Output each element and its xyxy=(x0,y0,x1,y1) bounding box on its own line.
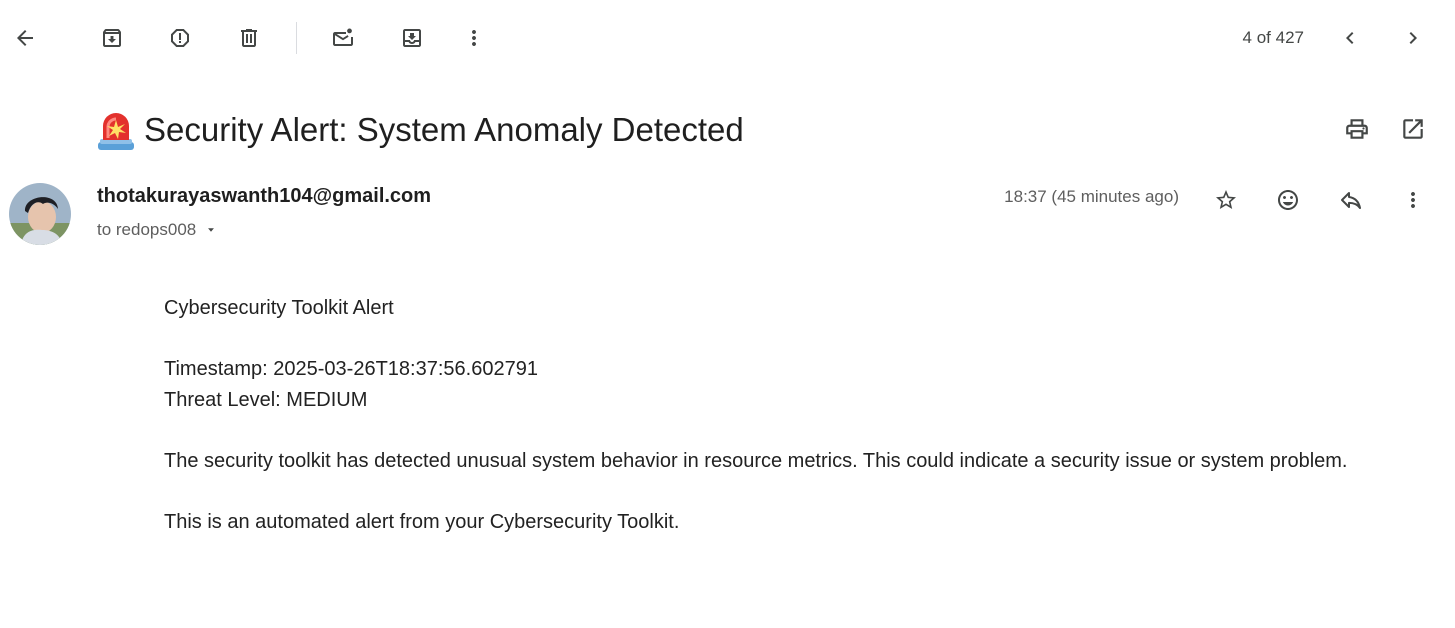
chevron-left-icon xyxy=(1346,32,1354,44)
body-threat-level: Threat Level: MEDIUM xyxy=(164,388,368,411)
move-to-button[interactable] xyxy=(392,18,432,58)
caret-down-icon xyxy=(208,228,215,232)
body-timestamp: Timestamp: 2025-03-26T18:37:56.602791 xyxy=(164,358,538,380)
star-button[interactable] xyxy=(1206,180,1246,220)
archive-icon xyxy=(103,29,121,47)
report-spam-button[interactable] xyxy=(160,18,200,58)
body-description: The security toolkit has detected unusua… xyxy=(164,449,1348,472)
email-view: 4 of 427 Security Alert: System Anomaly … xyxy=(0,0,1455,628)
chevron-right-icon xyxy=(1409,32,1417,44)
next-message-button[interactable] xyxy=(1393,18,1433,58)
open-in-new-window-button[interactable] xyxy=(1393,109,1433,149)
body-heading: Cybersecurity Toolkit Alert xyxy=(164,297,394,319)
recipient-label: to redops008 xyxy=(97,220,197,239)
mark-unread-icon xyxy=(333,28,353,46)
toolbar-divider xyxy=(296,22,297,54)
delete-button[interactable] xyxy=(229,18,269,58)
reply-icon xyxy=(1341,192,1361,209)
subject-row: Security Alert: System Anomaly Detected xyxy=(96,104,744,156)
previous-message-button[interactable] xyxy=(1330,18,1370,58)
message-timestamp: 18:37 (45 minutes ago) xyxy=(1004,187,1179,206)
email-body: Cybersecurity Toolkit Alert Timestamp: 2… xyxy=(164,293,1424,537)
move-to-inbox-icon xyxy=(403,29,421,47)
message-counter: 4 of 427 xyxy=(1242,28,1304,47)
avatar-image xyxy=(9,183,71,245)
recipient-details-toggle[interactable]: to redops008 xyxy=(97,220,218,240)
trash-icon xyxy=(241,29,257,47)
star-icon xyxy=(1216,190,1236,209)
open-in-new-icon xyxy=(1403,119,1423,139)
sender-email[interactable]: thotakurayaswanth104@gmail.com xyxy=(97,185,431,208)
mark-unread-button[interactable] xyxy=(323,18,363,58)
back-button[interactable] xyxy=(5,18,45,58)
siren-icon xyxy=(98,113,134,150)
report-spam-icon xyxy=(171,29,189,47)
message-more-button[interactable] xyxy=(1393,180,1433,220)
print-button[interactable] xyxy=(1337,109,1377,149)
arrow-back-icon xyxy=(17,30,33,46)
reply-button[interactable] xyxy=(1331,180,1371,220)
print-icon xyxy=(1346,119,1368,139)
add-reaction-button[interactable] xyxy=(1268,180,1308,220)
body-footer: This is an automated alert from your Cyb… xyxy=(164,510,680,533)
more-actions-button[interactable] xyxy=(454,18,494,58)
more-vert-icon xyxy=(1411,192,1415,208)
email-subject: Security Alert: System Anomaly Detected xyxy=(144,111,744,148)
emoji-reaction-icon xyxy=(1278,190,1298,210)
message-toolbar: 4 of 427 xyxy=(0,0,1455,78)
more-vert-icon xyxy=(472,30,476,46)
archive-button[interactable] xyxy=(92,18,132,58)
sender-avatar[interactable] xyxy=(9,183,71,245)
